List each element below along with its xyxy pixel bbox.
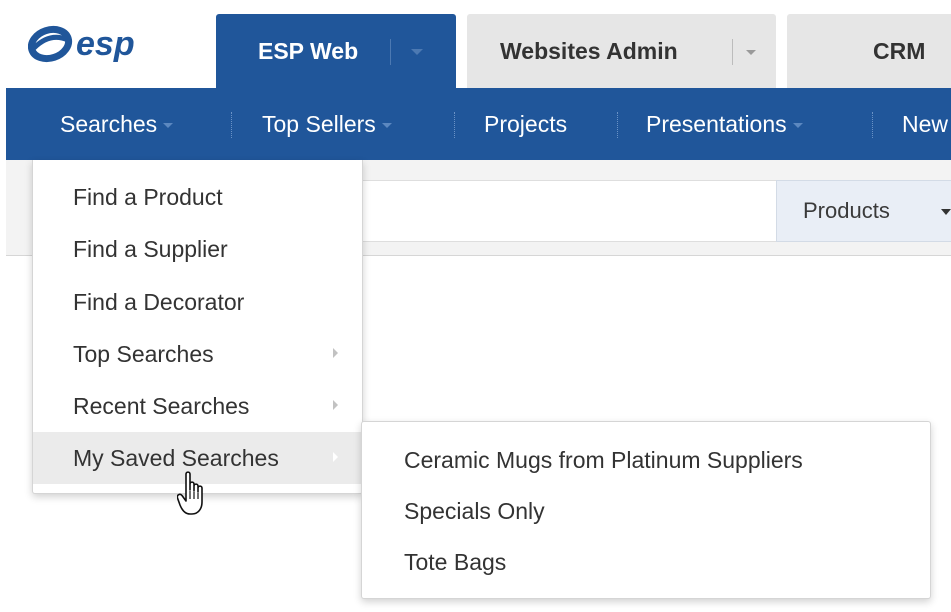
tab-websites-admin-label: Websites Admin bbox=[500, 37, 678, 64]
menu-item-recent-searches[interactable]: Recent Searches bbox=[33, 380, 362, 432]
menu-item-label: My Saved Searches bbox=[73, 444, 279, 471]
tab-crm-label: CRM bbox=[873, 37, 926, 64]
searches-dropdown-menu: Find a Product Find a Supplier Find a De… bbox=[32, 160, 363, 494]
tab-websites-admin-chevron-down-icon[interactable] bbox=[746, 50, 756, 55]
menu-item-top-searches[interactable]: Top Searches bbox=[33, 328, 362, 380]
nav-item-new[interactable]: New bbox=[902, 88, 948, 160]
saved-search-item[interactable]: Tote Bags bbox=[362, 536, 930, 588]
menu-item-label: Find a Product bbox=[73, 183, 223, 210]
menu-item-label: Tote Bags bbox=[404, 548, 507, 575]
menu-item-label: Find a Supplier bbox=[73, 235, 228, 262]
saved-search-item[interactable]: Specials Only bbox=[362, 485, 930, 537]
top-tab-bar: esp ESP Web Websites Admin CRM bbox=[0, 0, 951, 88]
menu-item-find-a-decorator[interactable]: Find a Decorator bbox=[33, 276, 362, 328]
chevron-down-icon bbox=[163, 123, 174, 128]
main-nav-bar: Searches Top Sellers Projects Presentati… bbox=[6, 88, 951, 160]
tab-esp-web[interactable]: ESP Web bbox=[216, 14, 456, 88]
tab-websites-admin[interactable]: Websites Admin bbox=[467, 14, 776, 88]
menu-item-label: Find a Decorator bbox=[73, 288, 245, 315]
nav-item-searches[interactable]: Searches bbox=[60, 88, 174, 160]
esp-logo-text: esp bbox=[76, 25, 135, 63]
nav-divider bbox=[231, 112, 232, 138]
chevron-right-icon bbox=[333, 400, 338, 410]
nav-item-label: Presentations bbox=[646, 110, 787, 137]
menu-item-label: Specials Only bbox=[404, 497, 545, 524]
menu-item-find-a-supplier[interactable]: Find a Supplier bbox=[33, 223, 362, 275]
tab-esp-web-label: ESP Web bbox=[258, 37, 359, 64]
chevron-down-icon bbox=[941, 209, 951, 215]
chevron-right-icon bbox=[333, 452, 338, 462]
saved-searches-submenu: Ceramic Mugs from Platinum Suppliers Spe… bbox=[361, 421, 931, 599]
menu-item-label: Ceramic Mugs from Platinum Suppliers bbox=[404, 446, 803, 473]
chevron-down-icon bbox=[381, 123, 392, 128]
nav-item-projects[interactable]: Projects bbox=[484, 88, 567, 160]
tab-esp-web-chevron-down-icon[interactable] bbox=[411, 49, 423, 55]
tab-crm[interactable]: CRM bbox=[787, 14, 951, 88]
nav-item-presentations[interactable]: Presentations bbox=[646, 88, 803, 160]
tab-divider bbox=[390, 39, 391, 65]
nav-item-label: Projects bbox=[484, 110, 568, 137]
tab-divider bbox=[732, 39, 733, 65]
search-category-label: Products bbox=[803, 198, 890, 223]
nav-item-label: Searches bbox=[60, 110, 158, 137]
chevron-down-icon bbox=[792, 123, 803, 128]
menu-item-label: Top Searches bbox=[73, 340, 214, 367]
search-category-select[interactable]: Products bbox=[776, 180, 951, 242]
esp-logo-mark bbox=[28, 25, 73, 63]
nav-divider bbox=[872, 112, 873, 138]
nav-item-top-sellers[interactable]: Top Sellers bbox=[262, 88, 392, 160]
esp-logo[interactable]: esp bbox=[28, 24, 178, 64]
saved-search-item[interactable]: Ceramic Mugs from Platinum Suppliers bbox=[362, 434, 930, 486]
nav-item-label: Top Sellers bbox=[262, 110, 376, 137]
nav-divider bbox=[454, 112, 455, 138]
hand-pointer-cursor-icon bbox=[177, 471, 203, 515]
menu-item-label: Recent Searches bbox=[73, 392, 250, 419]
menu-item-find-a-product[interactable]: Find a Product bbox=[33, 171, 362, 223]
nav-item-label: New bbox=[902, 110, 949, 137]
nav-divider bbox=[617, 112, 618, 138]
chevron-right-icon bbox=[333, 348, 338, 358]
